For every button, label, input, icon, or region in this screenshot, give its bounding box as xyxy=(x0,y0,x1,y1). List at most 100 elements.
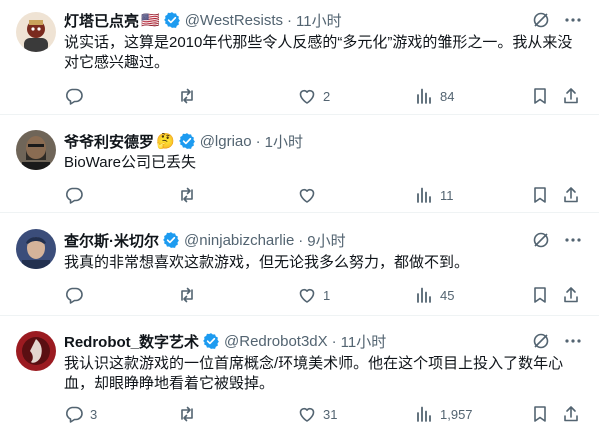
bookmark-icon xyxy=(530,86,550,106)
tweet-text: 我认识这款游戏的一位首席概念/环境美术师。他在这个项目上投入了数年心血，却眼睁睁… xyxy=(64,355,564,392)
like-button[interactable]: 31 xyxy=(297,404,337,424)
tweet-text: 说实话，这算是2010年代那些令人反感的“多元化”游戏的雏形之一。我从来没对它感… xyxy=(64,34,573,71)
separator-dot: · xyxy=(298,231,304,249)
views-icon xyxy=(414,185,434,205)
like-count: 2 xyxy=(323,88,331,104)
views-icon xyxy=(414,285,434,305)
repost-button[interactable] xyxy=(177,285,203,305)
views-icon xyxy=(414,86,434,106)
tweet[interactable]: 爷爷利安德罗 🤔 @lgriao · 1小时 BioWare公司已丢失 11 xyxy=(0,115,599,213)
flag-emoji: 🇺🇸 xyxy=(141,12,160,29)
user-handle[interactable]: @Redrobot3dX xyxy=(224,333,328,350)
like-icon xyxy=(297,404,317,424)
verified-badge-icon[interactable] xyxy=(162,231,180,249)
reply-count: 3 xyxy=(90,406,98,422)
reply-button[interactable] xyxy=(64,185,90,205)
repost-button[interactable] xyxy=(177,185,203,205)
share-button[interactable] xyxy=(561,86,581,106)
share-button[interactable] xyxy=(561,285,581,305)
reply-icon xyxy=(64,404,84,424)
action-bar: 3 31 1,957 xyxy=(64,404,583,424)
reply-button[interactable]: 3 xyxy=(64,404,97,424)
reply-icon xyxy=(64,285,84,305)
repost-button[interactable] xyxy=(177,86,203,106)
views-count: 84 xyxy=(440,88,455,104)
action-bar: 2 84 xyxy=(64,86,583,106)
repost-icon xyxy=(177,404,197,424)
verified-badge-icon[interactable] xyxy=(163,11,181,29)
bookmark-button[interactable] xyxy=(530,185,550,205)
share-icon xyxy=(561,185,581,205)
like-icon xyxy=(297,285,317,305)
avatar[interactable] xyxy=(16,12,56,52)
tweet[interactable]: 灯塔已点亮 🇺🇸 @WestResists · 11小时 说实话，这算是2010… xyxy=(0,0,599,115)
bookmark-button[interactable] xyxy=(530,86,550,106)
share-icon xyxy=(561,404,581,424)
bookmark-button[interactable] xyxy=(530,285,550,305)
bookmark-icon xyxy=(530,404,550,424)
like-count: 31 xyxy=(323,406,338,422)
reply-icon xyxy=(64,86,84,106)
timestamp[interactable]: 1小时 xyxy=(265,131,303,152)
grok-icon[interactable] xyxy=(531,331,551,351)
repost-icon xyxy=(177,185,197,205)
reply-icon xyxy=(64,185,84,205)
views-button[interactable]: 1,957 xyxy=(414,404,473,424)
repost-button[interactable] xyxy=(177,404,203,424)
like-icon xyxy=(297,86,317,106)
tweet-text: 我真的非常想喜欢这款游戏，但无论我多么努力，都做不到。 xyxy=(64,254,470,271)
reply-button[interactable] xyxy=(64,285,90,305)
repost-icon xyxy=(177,86,197,106)
views-button[interactable]: 45 xyxy=(414,285,454,305)
grok-icon[interactable] xyxy=(531,230,551,250)
avatar[interactable] xyxy=(16,331,56,371)
thinking-emoji: 🤔 xyxy=(156,133,175,150)
avatar[interactable] xyxy=(16,130,56,170)
user-handle[interactable]: @ninjabizcharlie xyxy=(184,232,294,249)
display-name[interactable]: 灯塔已点亮 xyxy=(64,10,139,31)
reply-button[interactable] xyxy=(64,86,90,106)
timestamp[interactable]: 11小时 xyxy=(296,10,342,31)
bookmark-icon xyxy=(530,285,550,305)
like-icon xyxy=(297,185,317,205)
like-button[interactable] xyxy=(297,185,323,205)
avatar[interactable] xyxy=(16,229,56,269)
share-button[interactable] xyxy=(561,404,581,424)
repost-icon xyxy=(177,285,197,305)
like-button[interactable]: 1 xyxy=(297,285,330,305)
display-name[interactable]: 爷爷利安德罗 xyxy=(64,131,154,152)
bookmark-icon xyxy=(530,185,550,205)
separator-dot: · xyxy=(287,11,293,29)
more-icon[interactable] xyxy=(563,331,583,351)
views-count: 1,957 xyxy=(440,406,473,422)
tweet[interactable]: Redrobot_数字艺术 @Redrobot3dX · 11小时 我认识这款游… xyxy=(0,316,599,438)
share-icon xyxy=(561,86,581,106)
bookmark-button[interactable] xyxy=(530,404,550,424)
separator-dot: · xyxy=(331,332,337,350)
tweet-text: BioWare公司已丢失 xyxy=(64,154,196,171)
more-icon[interactable] xyxy=(563,10,583,30)
like-count: 1 xyxy=(323,287,331,303)
verified-badge-icon[interactable] xyxy=(202,332,220,350)
grok-icon[interactable] xyxy=(531,10,551,30)
views-button[interactable]: 84 xyxy=(414,86,454,106)
views-button[interactable]: 11 xyxy=(414,185,454,205)
share-icon xyxy=(561,285,581,305)
action-bar: 1 45 xyxy=(64,285,583,305)
share-button[interactable] xyxy=(561,185,581,205)
display-name[interactable]: Redrobot_数字艺术 xyxy=(64,331,199,352)
timestamp[interactable]: 11小时 xyxy=(341,331,387,352)
user-handle[interactable]: @lgriao xyxy=(200,133,252,150)
like-button[interactable]: 2 xyxy=(297,86,330,106)
reply-feed: 灯塔已点亮 🇺🇸 @WestResists · 11小时 说实话，这算是2010… xyxy=(0,0,599,438)
views-count: 45 xyxy=(440,287,455,303)
action-bar: 11 xyxy=(64,185,583,205)
views-count: 11 xyxy=(440,187,454,203)
timestamp[interactable]: 9小时 xyxy=(307,230,345,251)
display-name[interactable]: 查尔斯·米切尔 xyxy=(64,230,159,251)
more-icon[interactable] xyxy=(563,230,583,250)
tweet[interactable]: 查尔斯·米切尔 @ninjabizcharlie · 9小时 我真的非常想喜欢这… xyxy=(0,213,599,316)
verified-badge-icon[interactable] xyxy=(178,132,196,150)
views-icon xyxy=(414,404,434,424)
user-handle[interactable]: @WestResists xyxy=(185,12,283,29)
